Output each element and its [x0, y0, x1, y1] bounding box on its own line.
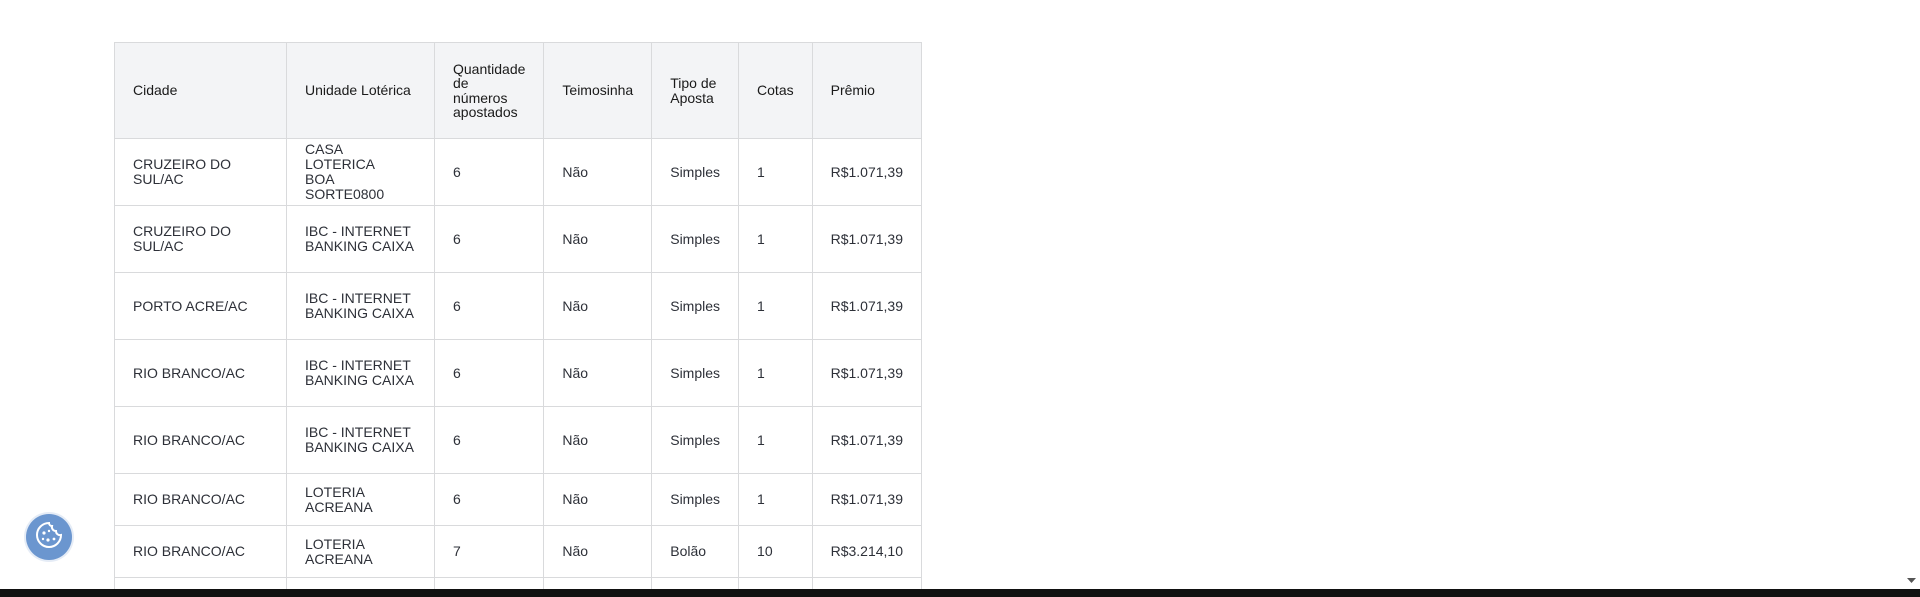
- cell-teimosinha: Não: [543, 525, 653, 578]
- cell-quantidade: 6: [433, 272, 545, 340]
- cell-premio: R$1.071,39: [811, 205, 923, 273]
- table-row: RIO BRANCO/AC IBC - INTERNET BANKING CAIX…: [114, 339, 923, 407]
- cell-cotas: 1: [738, 205, 813, 273]
- cell-unidade: IBC - INTERNET BANKING CAIXA: [286, 339, 435, 407]
- cookie-icon: [34, 520, 64, 555]
- cell-quantidade: 7: [433, 525, 545, 578]
- cell-premio: R$1.071,39: [811, 339, 923, 407]
- table-row: CRUZEIRO DO SUL/AC CASA LOTERICA BOA SORT…: [114, 138, 923, 206]
- cell-tipo: Simples: [651, 406, 740, 474]
- cell-cidade: RIO BRANCO/AC: [114, 406, 287, 474]
- cell-teimosinha: Não: [543, 473, 653, 526]
- cookie-settings-button[interactable]: [26, 514, 72, 560]
- cell-quantidade: 6: [433, 205, 545, 273]
- cell-unidade-line2: BANKING CAIXA: [305, 305, 414, 321]
- cell-cidade: RIO BRANCO/AC: [114, 473, 287, 526]
- table-row: PORTO ACRE/AC IBC - INTERNET BANKING CAIX…: [114, 272, 923, 340]
- cell-tipo: Simples: [651, 205, 740, 273]
- cell-unidade: LOTERIA ACREANA: [286, 525, 435, 578]
- scroll-down-button[interactable]: [1903, 573, 1920, 587]
- cell-unidade: LOTERIA ACREANA: [286, 473, 435, 526]
- cell-premio: R$1.071,39: [811, 473, 923, 526]
- header-quantidade: Quantidade de números apostados: [433, 42, 545, 139]
- cell-cidade: RIO BRANCO/AC: [114, 525, 287, 578]
- header-cotas: Cotas: [738, 42, 813, 139]
- cell-premio: R$1.071,39: [811, 138, 923, 206]
- winners-table: Cidade Unidade Lotérica Quantidade de nú…: [114, 42, 923, 592]
- cell-premio: R$3.214,10: [811, 525, 923, 578]
- chevron-down-icon: [1907, 571, 1916, 589]
- cell-unidade: IBC - INTERNET BANKING CAIXA: [286, 272, 435, 340]
- header-quantidade-line4: apostados: [453, 104, 518, 120]
- window-bottom-edge: [0, 589, 1920, 597]
- cell-cotas: 1: [738, 406, 813, 474]
- cell-unidade: IBC - INTERNET BANKING CAIXA: [286, 205, 435, 273]
- cell-cidade: RIO BRANCO/AC: [114, 339, 287, 407]
- cell-unidade-line1: IBC - INTERNET: [305, 223, 411, 239]
- header-tipo-line2: Aposta: [670, 89, 714, 106]
- cell-teimosinha: Não: [543, 272, 653, 340]
- cell-tipo: Simples: [651, 272, 740, 340]
- table-header-row: Cidade Unidade Lotérica Quantidade de nú…: [114, 42, 923, 139]
- cell-quantidade: 6: [433, 406, 545, 474]
- cell-tipo: Simples: [651, 138, 740, 206]
- cell-quantidade: 6: [433, 473, 545, 526]
- cell-premio: R$1.071,39: [811, 406, 923, 474]
- cell-teimosinha: Não: [543, 138, 653, 206]
- cell-quantidade: 6: [433, 138, 545, 206]
- header-unidade-loterica: Unidade Lotérica: [286, 42, 435, 139]
- header-premio: Prêmio: [811, 42, 923, 139]
- header-cidade: Cidade: [114, 42, 287, 139]
- cell-premio: R$1.071,39: [811, 272, 923, 340]
- page: Cidade Unidade Lotérica Quantidade de nú…: [0, 0, 1920, 597]
- table-row: CRUZEIRO DO SUL/AC IBC - INTERNET BANKING…: [114, 205, 923, 273]
- cell-teimosinha: Não: [543, 339, 653, 407]
- table-row: RIO BRANCO/AC IBC - INTERNET BANKING CAIX…: [114, 406, 923, 474]
- cell-quantidade: 6: [433, 339, 545, 407]
- cell-teimosinha: Não: [543, 205, 653, 273]
- cell-cidade: PORTO ACRE/AC: [114, 272, 287, 340]
- header-tipo-aposta: Tipo de Aposta: [651, 42, 740, 139]
- cell-tipo: Bolão: [651, 525, 740, 578]
- cell-cotas: 1: [738, 138, 813, 206]
- table-row: RIO BRANCO/AC LOTERIA ACREANA 6 Não Simp…: [114, 473, 923, 526]
- cell-unidade-line1: IBC - INTERNET: [305, 290, 411, 306]
- cell-cotas: 1: [738, 473, 813, 526]
- cell-cidade: CRUZEIRO DO SUL/AC: [114, 138, 287, 206]
- cell-unidade-line2: BANKING CAIXA: [305, 439, 414, 455]
- cell-tipo: Simples: [651, 473, 740, 526]
- cell-unidade-line2: BANKING CAIXA: [305, 372, 414, 388]
- cell-unidade-line1: IBC - INTERNET: [305, 357, 411, 373]
- cell-unidade-line1: CASA LOTERICA: [305, 141, 376, 172]
- cell-unidade-line2: BANKING CAIXA: [305, 238, 414, 254]
- cell-unidade: CASA LOTERICA BOA SORTE0800: [286, 138, 435, 206]
- cell-tipo: Simples: [651, 339, 740, 407]
- vertical-scrollbar[interactable]: [1903, 0, 1920, 590]
- cell-unidade-line2: BOA SORTE0800: [305, 171, 385, 202]
- cell-cotas: 1: [738, 272, 813, 340]
- cell-unidade: IBC - INTERNET BANKING CAIXA: [286, 406, 435, 474]
- cell-cotas: 1: [738, 339, 813, 407]
- header-teimosinha: Teimosinha: [543, 42, 653, 139]
- cell-unidade-line1: IBC - INTERNET: [305, 424, 411, 440]
- table-row: RIO BRANCO/AC LOTERIA ACREANA 7 Não Bolã…: [114, 525, 923, 578]
- cell-teimosinha: Não: [543, 406, 653, 474]
- cell-cotas: 10: [738, 525, 813, 578]
- cell-cidade: CRUZEIRO DO SUL/AC: [114, 205, 287, 273]
